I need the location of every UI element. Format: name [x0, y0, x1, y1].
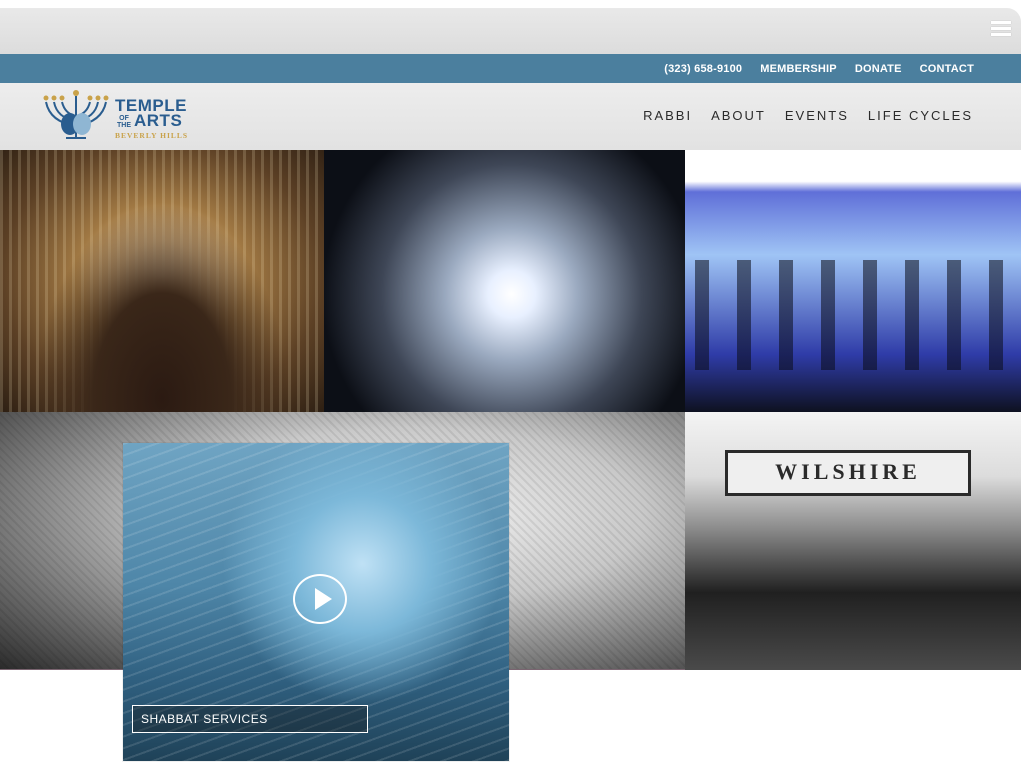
- nav-item-life-cycles[interactable]: LIFE CYCLES: [868, 108, 973, 123]
- nav-item-about[interactable]: ABOUT: [711, 108, 766, 123]
- logo-line-arts: ARTS: [134, 111, 183, 130]
- theater-interior-image: [0, 150, 324, 412]
- play-circle-icon[interactable]: [293, 574, 347, 624]
- membership-link[interactable]: MEMBERSHIP: [760, 63, 837, 75]
- site-header: TEMPLE OF THE ARTS BEVERLY HILLS RABBI A…: [0, 83, 1021, 150]
- logo-line-of-the: OF THE: [117, 115, 131, 129]
- wilshire-theatre-image: WILSHIRE: [685, 412, 1021, 670]
- concert-stage-image: [324, 150, 685, 412]
- donate-link[interactable]: DONATE: [855, 63, 902, 75]
- auditorium-video-tile[interactable]: SHABBAT SERVICES: [123, 443, 509, 761]
- main-nav: RABBI ABOUT EVENTS LIFE CYCLES: [643, 108, 973, 123]
- nav-item-events[interactable]: EVENTS: [785, 108, 849, 123]
- logo-wordmark: TEMPLE OF THE ARTS BEVERLY HILLS: [115, 97, 195, 140]
- hamburger-menu-icon[interactable]: [991, 21, 1011, 39]
- phone-link[interactable]: (323) 658-9100: [664, 63, 742, 75]
- utility-bar: (323) 658-9100 MEMBERSHIP DONATE CONTACT: [0, 54, 1021, 83]
- play-triangle-icon: [314, 588, 332, 610]
- dance-performance-image: [685, 150, 1021, 412]
- logo-subline: BEVERLY HILLS: [115, 131, 189, 140]
- top-chrome-bar: [0, 8, 1021, 55]
- contact-link[interactable]: CONTACT: [920, 63, 974, 75]
- utility-nav: (323) 658-9100 MEMBERSHIP DONATE CONTACT: [664, 54, 974, 83]
- nav-item-rabbi[interactable]: RABBI: [643, 108, 692, 123]
- menorah-mask-logo-icon: [43, 90, 109, 139]
- dancer-silhouettes: [695, 260, 1011, 370]
- wilshire-marquee-sign: WILSHIRE: [725, 450, 971, 496]
- temple-logo[interactable]: TEMPLE OF THE ARTS BEVERLY HILLS: [40, 88, 190, 146]
- shabbat-services-caption[interactable]: SHABBAT SERVICES: [132, 705, 368, 733]
